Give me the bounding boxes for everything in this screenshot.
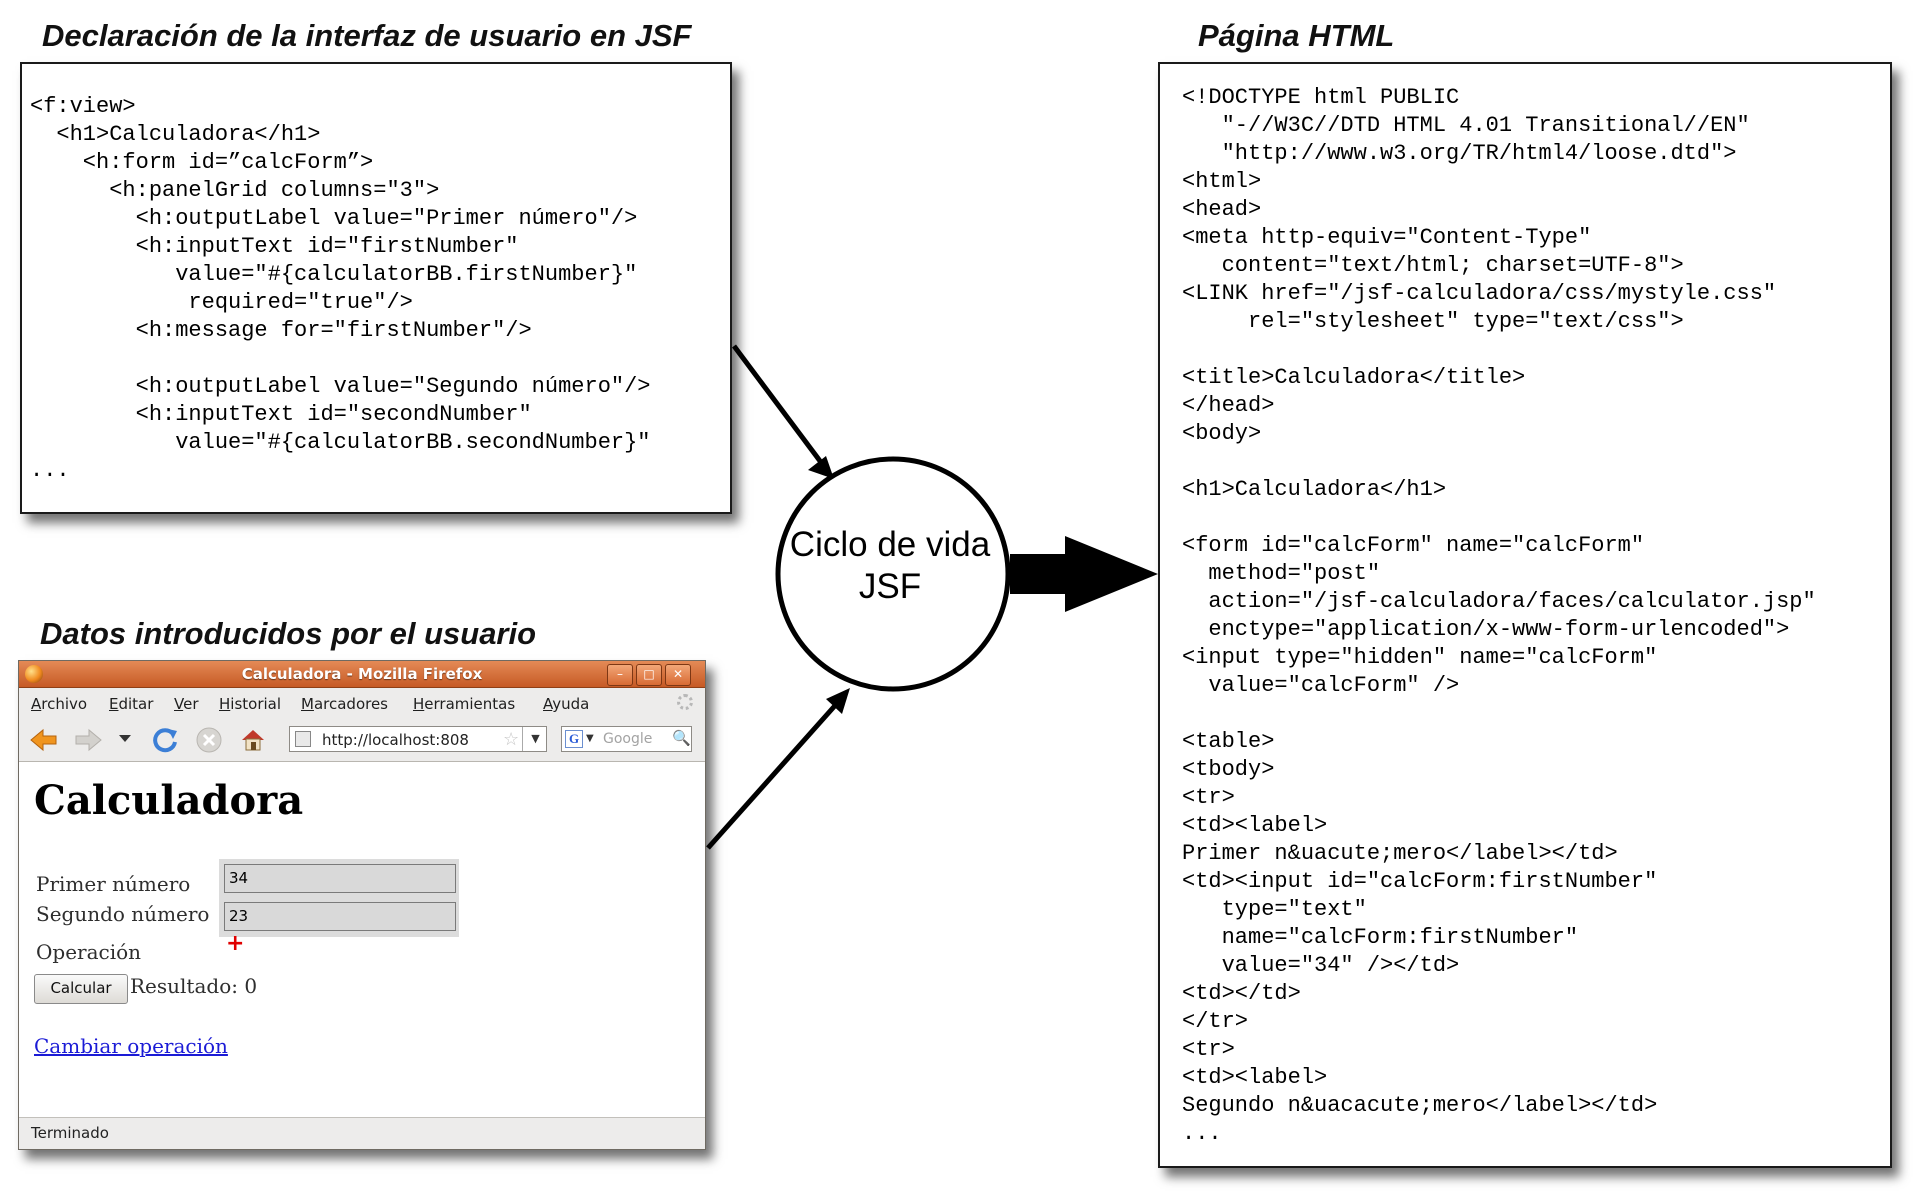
- forward-arrow-icon[interactable]: [73, 728, 103, 752]
- url-bar[interactable]: http://localhost:808 ☆ ▼: [289, 726, 547, 752]
- menu-ayuda[interactable]: Ayuda: [543, 695, 589, 713]
- stop-icon[interactable]: [195, 726, 223, 754]
- operation-label: Operación: [36, 940, 142, 964]
- maximize-button[interactable]: □: [636, 664, 662, 686]
- search-bar[interactable]: G ▼ Google 🔍: [561, 726, 692, 752]
- magnifier-icon[interactable]: 🔍: [672, 729, 691, 747]
- status-text: Terminado: [31, 1124, 109, 1142]
- star-icon[interactable]: ☆: [503, 729, 519, 750]
- arrow-cycle-to-html: [1010, 536, 1158, 612]
- throbber-icon: [677, 694, 693, 710]
- url-dropdown-icon[interactable]: ▼: [522, 727, 548, 751]
- menu-bar: Archivo Editar Ver Historial Marcadores …: [19, 688, 705, 718]
- url-text[interactable]: http://localhost:808: [322, 731, 469, 749]
- arrow-jsf-to-cycle: [731, 344, 829, 471]
- result-label: Resultado: 0: [130, 974, 258, 998]
- operation-symbol: +: [226, 931, 245, 956]
- change-operation-link[interactable]: Cambiar operación: [34, 1034, 228, 1058]
- home-icon[interactable]: [239, 726, 267, 754]
- minimize-button[interactable]: –: [607, 664, 633, 686]
- second-number-input[interactable]: 23: [224, 902, 456, 931]
- first-number-label: Primer número: [36, 872, 191, 896]
- menu-marcadores[interactable]: Marcadores: [301, 695, 388, 713]
- close-button[interactable]: ✕: [665, 664, 691, 686]
- page-favicon-icon: [295, 731, 311, 747]
- window-titlebar[interactable]: Calculadora - Mozilla Firefox – □ ✕: [19, 661, 705, 688]
- menu-historial[interactable]: Historial: [219, 695, 281, 713]
- second-number-label: Segundo número: [36, 902, 210, 926]
- arrow-user-to-cycle: [706, 698, 842, 850]
- menu-archivo[interactable]: Archivo: [31, 695, 87, 713]
- menu-editar[interactable]: Editar: [109, 695, 153, 713]
- page-content: Calculadora Primer número 34 Segundo núm…: [19, 762, 705, 1091]
- status-bar: Terminado: [19, 1117, 705, 1149]
- history-dropdown-icon[interactable]: [119, 735, 131, 743]
- window-title: Calculadora - Mozilla Firefox: [241, 665, 483, 683]
- back-arrow-icon[interactable]: [29, 728, 59, 752]
- menu-ver[interactable]: Ver: [174, 695, 199, 713]
- lifecycle-label: Ciclo de vida JSF: [789, 525, 991, 606]
- reload-icon[interactable]: [151, 726, 179, 754]
- browser-window: Calculadora - Mozilla Firefox – □ ✕ Arch…: [18, 660, 706, 1150]
- first-number-input[interactable]: 34: [224, 864, 456, 893]
- page-heading: Calculadora: [34, 777, 304, 824]
- search-engine-dropdown-icon[interactable]: ▼: [586, 733, 594, 744]
- menu-herramientas[interactable]: Herramientas: [413, 695, 515, 713]
- search-input[interactable]: Google: [603, 731, 652, 747]
- search-engine-icon[interactable]: G: [565, 730, 583, 748]
- navigation-toolbar: http://localhost:808 ☆ ▼ G ▼ Google 🔍: [19, 718, 705, 762]
- calculate-button[interactable]: Calcular: [34, 974, 128, 1004]
